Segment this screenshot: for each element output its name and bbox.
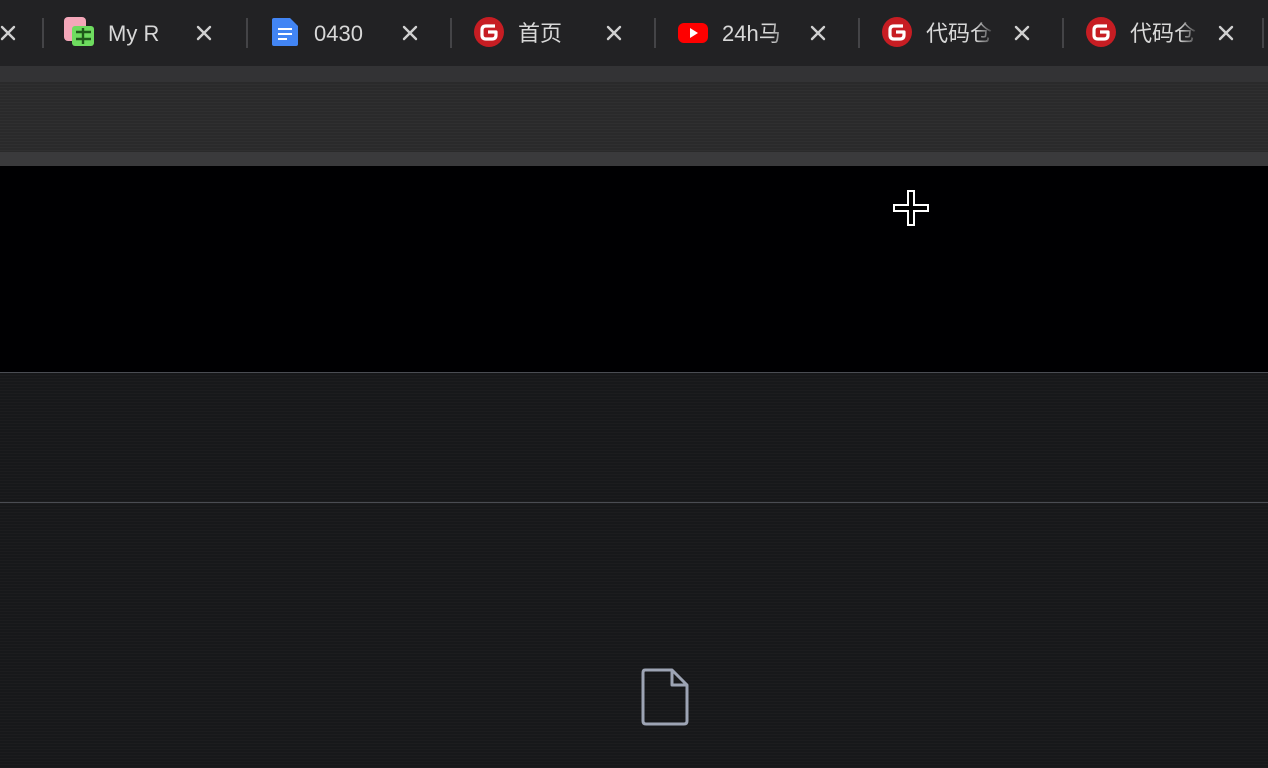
toolbar-edge xyxy=(0,66,1268,82)
tab-title: 首页 xyxy=(518,21,563,46)
page-panel xyxy=(0,373,1268,502)
tab-title: 0430 xyxy=(314,21,363,46)
tab-strip: My R 0430 首页 24h马 代码仓 代码仓 xyxy=(0,0,1268,66)
tab-title: My R xyxy=(108,21,160,46)
close-icon[interactable] xyxy=(1010,21,1034,45)
crosshair-cursor-icon xyxy=(893,190,929,226)
toolbar-edge xyxy=(0,152,1268,166)
tab-title: 代码仓 xyxy=(1130,21,1197,46)
close-icon[interactable] xyxy=(602,21,626,45)
tab-title: 24h马 xyxy=(722,21,781,46)
close-icon[interactable] xyxy=(398,21,422,45)
browser-toolbar xyxy=(0,66,1268,166)
youtube-icon xyxy=(678,23,708,43)
close-icon[interactable] xyxy=(1214,21,1238,45)
tab-my-r[interactable]: My R xyxy=(42,0,246,66)
tab-separator xyxy=(1262,18,1264,48)
file-icon xyxy=(641,668,689,726)
gitee-icon xyxy=(882,17,912,47)
tab-code-repo-2[interactable]: 代码仓 xyxy=(1064,0,1268,66)
tab-0430[interactable]: 0430 xyxy=(248,0,452,66)
tab-24h[interactable]: 24h马 xyxy=(656,0,860,66)
close-icon[interactable] xyxy=(806,21,830,45)
close-icon[interactable] xyxy=(192,21,216,45)
gitee-icon xyxy=(474,17,504,47)
tab-title: 代码仓 xyxy=(926,21,993,46)
page-body xyxy=(0,503,1268,768)
tab-home[interactable]: 首页 xyxy=(452,0,656,66)
close-icon[interactable] xyxy=(0,21,20,45)
google-docs-icon xyxy=(272,18,298,46)
page-header-area xyxy=(0,166,1268,372)
google-sheets-icon xyxy=(64,17,94,46)
gitee-icon xyxy=(1086,17,1116,47)
tab-code-repo[interactable]: 代码仓 xyxy=(860,0,1064,66)
